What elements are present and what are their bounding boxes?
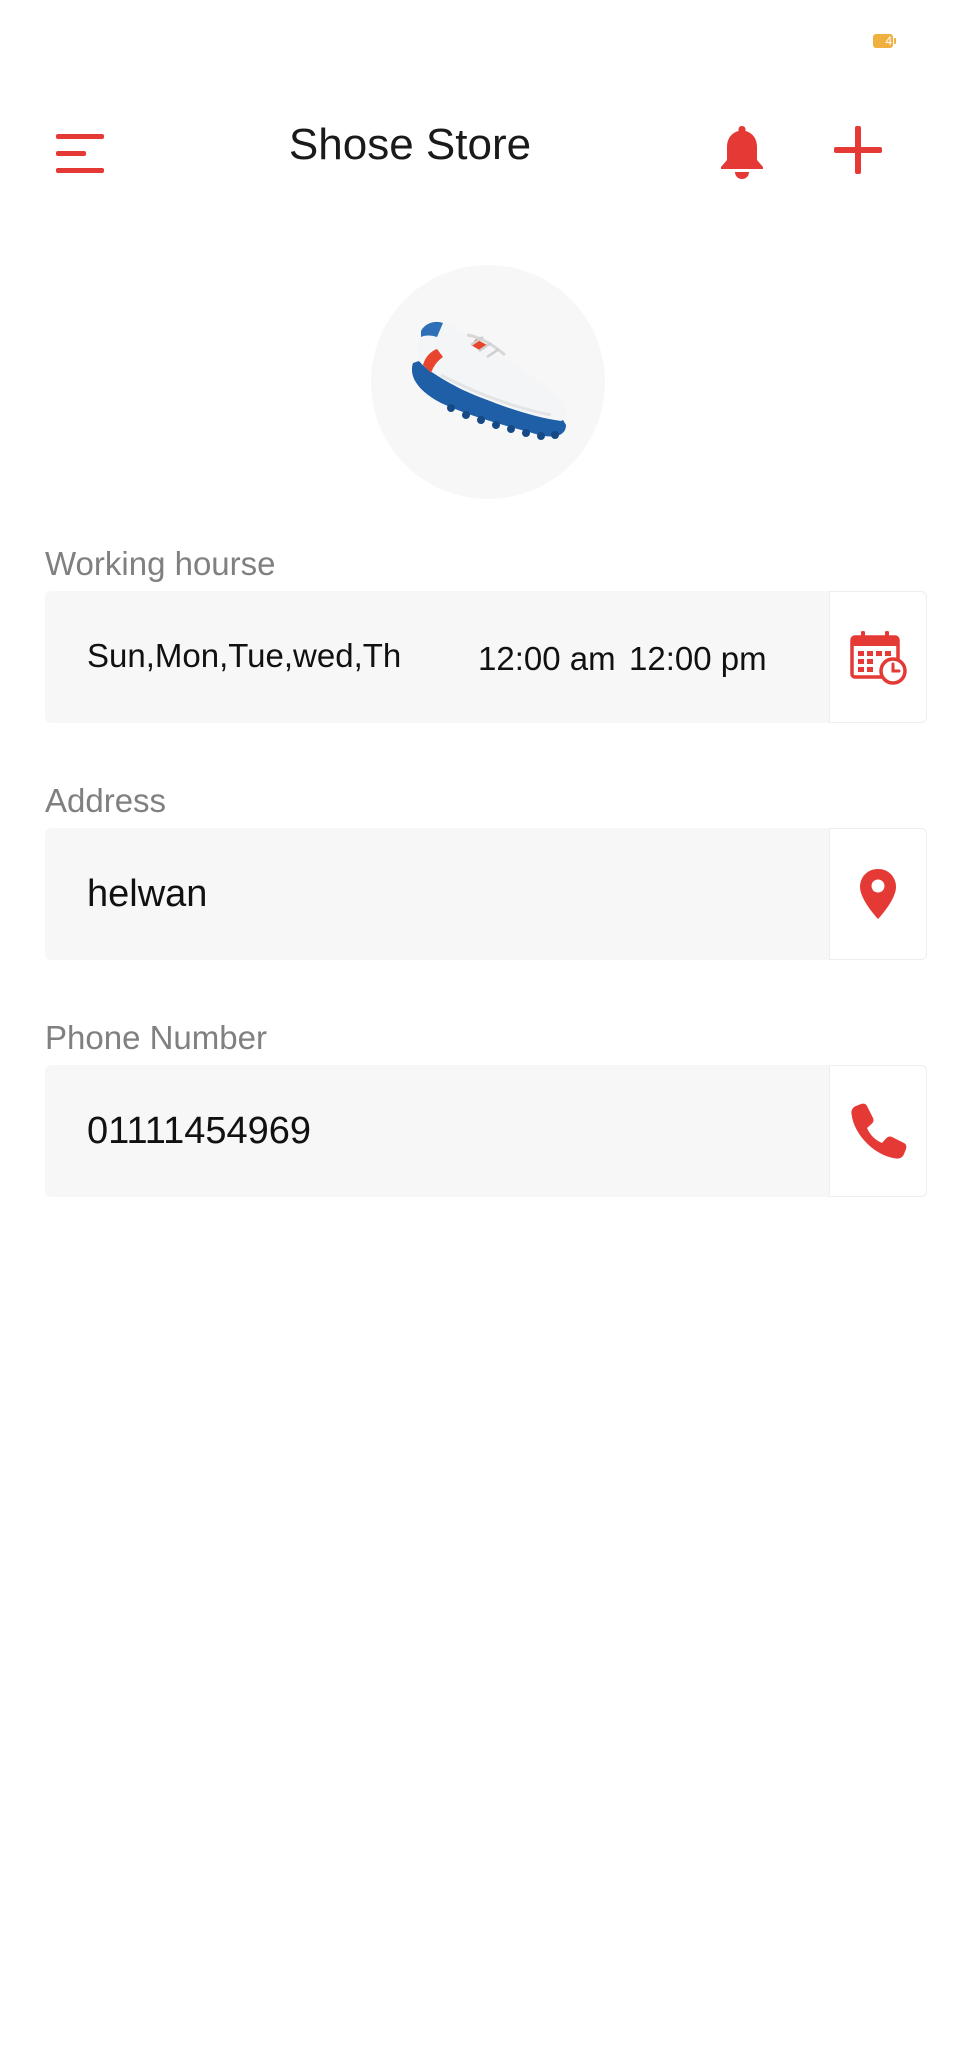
battery-icon: 4: [873, 34, 896, 48]
status-bar: 4: [0, 0, 970, 80]
phone-value: 01111454969: [87, 1110, 312, 1152]
store-avatar: [371, 265, 605, 499]
address-label: Address: [45, 782, 167, 819]
address-value: helwan: [87, 873, 208, 915]
working-hours-field[interactable]: Sun,Mon,Tue,wed,Th 12:00 am 12:00 pm: [45, 591, 927, 723]
shoe-image: [411, 321, 567, 440]
phone-icon[interactable]: [829, 1065, 927, 1197]
close-time: 12:00 pm: [629, 640, 767, 677]
plus-icon[interactable]: [830, 122, 886, 178]
working-hours-label: Working hourse: [45, 545, 276, 582]
location-pin-icon[interactable]: [829, 828, 927, 960]
phone-label: Phone Number: [45, 1019, 267, 1056]
app-bar: Shose Store: [0, 110, 970, 190]
page-title: Shose Store: [288, 120, 532, 169]
bell-icon[interactable]: [715, 122, 769, 182]
open-time: 12:00 am: [478, 640, 616, 677]
address-field[interactable]: helwan: [45, 828, 927, 960]
working-days: Sun,Mon,Tue,wed,Th: [87, 637, 402, 674]
calendar-clock-icon[interactable]: [829, 591, 927, 723]
phone-field[interactable]: 01111454969: [45, 1065, 927, 1197]
